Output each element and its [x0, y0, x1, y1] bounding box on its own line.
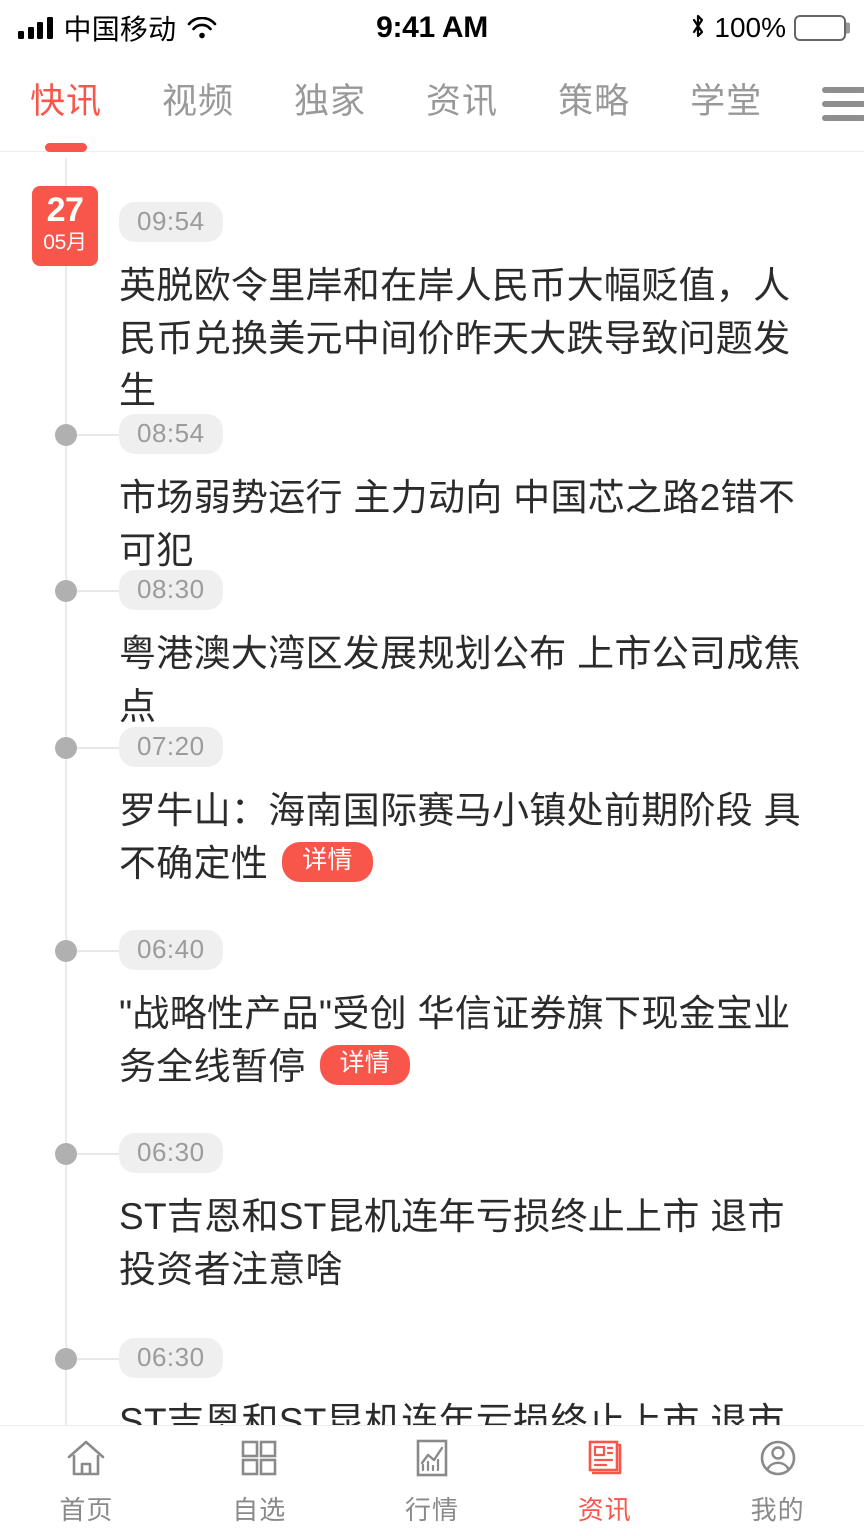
chart-icon [409, 1435, 455, 1481]
news-item[interactable]: 06:30 ST吉恩和ST昆机连年亏损终止上市 退市投资者 [0, 1338, 864, 1425]
news-time-pill: 07:20 [119, 727, 223, 767]
news-feed[interactable]: 27 05月 09:54 英脱欧令里岸和在岸人民币大幅贬值，人民币兑换美元中间价昨天大… [0, 152, 864, 1425]
news-headline-text: "战略性产品"受创 华信证券旗下现金宝业务全线暂停 [119, 993, 791, 1087]
tab-zixun[interactable]: 资讯 [426, 73, 498, 134]
tab-celue[interactable]: 策略 [558, 73, 630, 134]
hamburger-menu-icon[interactable] [822, 86, 864, 121]
date-badge-day: 27 [46, 191, 84, 230]
nav-item-watchlist[interactable]: 自选 [173, 1435, 346, 1527]
wifi-icon [187, 16, 217, 39]
timeline-dot [55, 737, 77, 759]
timeline-connector [77, 747, 119, 749]
news-item-content: 08:54 市场弱势运行 主力动向 中国芯之路2错不可犯 [119, 414, 816, 577]
active-tab-indicator [45, 143, 87, 152]
tab-kuaixun[interactable]: 快讯 [30, 73, 103, 152]
battery-full-icon [794, 15, 847, 41]
detail-badge[interactable]: 详情 [282, 842, 373, 882]
news-headline-text: 英脱欧令里岸和在岸人民币大幅贬值，人民币兑换美元中间价昨天大跌导致问题发生 [119, 265, 791, 412]
news-item-content: 08:30 粤港澳大湾区发展规划公布 上市公司成焦点 [119, 570, 816, 733]
news-time-pill: 08:54 [119, 414, 223, 454]
news-item[interactable]: 08:54 市场弱势运行 主力动向 中国芯之路2错不可犯 [0, 414, 864, 577]
top-tab-list: 快讯 视频 独家 资讯 策略 学堂 [0, 73, 822, 152]
tab-shipin[interactable]: 视频 [162, 73, 234, 134]
news-headline-text: 罗牛山：海南国际赛马小镇处前期阶段 具不确定性 [119, 790, 801, 884]
tab-label: 策略 [558, 82, 631, 121]
app-root: 中国移动 9:41 AM 100% 快讯 视频 独家 资讯 策略 学堂 27 0… [0, 0, 864, 1536]
news-document-icon [582, 1435, 628, 1481]
news-headline[interactable]: ST吉恩和ST昆机连年亏损终止上市 退市投资者注意啥 [119, 1191, 816, 1296]
nav-item-market[interactable]: 行情 [346, 1435, 519, 1527]
news-item-content: 06:40 "战略性产品"受创 华信证券旗下现金宝业务全线暂停 详情 [119, 930, 816, 1093]
timeline-connector [77, 590, 119, 592]
timeline-dot [55, 1348, 77, 1370]
tab-label: 资讯 [426, 82, 499, 121]
news-item-content: 07:20 罗牛山：海南国际赛马小镇处前期阶段 具不确定性 详情 [119, 727, 816, 890]
news-headline[interactable]: 罗牛山：海南国际赛马小镇处前期阶段 具不确定性 详情 [119, 785, 816, 890]
signal-bars-icon [18, 17, 53, 39]
tab-label: 独家 [294, 82, 367, 121]
tab-label: 学堂 [690, 82, 763, 121]
status-bar-left: 中国移动 [18, 8, 376, 48]
timeline-dot [55, 424, 77, 446]
news-headline[interactable]: 粤港澳大湾区发展规划公布 上市公司成焦点 [119, 628, 816, 733]
news-headline[interactable]: ST吉恩和ST昆机连年亏损终止上市 退市投资者 [119, 1396, 816, 1425]
nav-item-profile[interactable]: 我的 [691, 1435, 864, 1527]
timeline-dot [55, 1143, 77, 1165]
news-item[interactable]: 07:20 罗牛山：海南国际赛马小镇处前期阶段 具不确定性 详情 [0, 727, 864, 890]
news-headline-text: ST吉恩和ST昆机连年亏损终止上市 退市投资者注意啥 [119, 1196, 785, 1290]
status-bar: 中国移动 9:41 AM 100% [0, 0, 864, 56]
date-badge: 27 05月 [32, 186, 98, 266]
news-time-pill: 06:30 [119, 1338, 223, 1378]
nav-item-home[interactable]: 首页 [0, 1435, 173, 1527]
status-bar-clock: 9:41 AM [376, 11, 488, 44]
timeline-dot [55, 940, 77, 962]
home-icon [63, 1435, 109, 1481]
nav-label: 自选 [232, 1495, 287, 1525]
tab-label: 视频 [162, 82, 235, 121]
news-item[interactable]: 27 05月 09:54 英脱欧令里岸和在岸人民币大幅贬值，人民币兑换美元中间价昨天大… [0, 186, 864, 418]
news-headline[interactable]: "战略性产品"受创 华信证券旗下现金宝业务全线暂停 详情 [119, 988, 816, 1093]
news-headline-text: 粤港澳大湾区发展规划公布 上市公司成焦点 [119, 633, 801, 727]
timeline-connector [77, 1153, 119, 1155]
news-headline-text: ST吉恩和ST昆机连年亏损终止上市 退市投资者 [119, 1401, 785, 1425]
bottom-navigation-bar: 首页 自选 行情 资讯 我的 [0, 1425, 864, 1536]
battery-percent-label: 100% [714, 12, 787, 43]
tab-label: 快讯 [30, 82, 103, 121]
news-headline[interactable]: 市场弱势运行 主力动向 中国芯之路2错不可犯 [119, 472, 816, 577]
tab-dujia[interactable]: 独家 [294, 73, 366, 134]
nav-label: 行情 [404, 1495, 459, 1525]
news-item-content: 06:30 ST吉恩和ST昆机连年亏损终止上市 退市投资者注意啥 [119, 1133, 816, 1296]
news-time-pill: 09:54 [119, 202, 223, 242]
timeline-connector [77, 434, 119, 436]
timeline-dot [55, 580, 77, 602]
nav-item-news[interactable]: 资讯 [518, 1435, 691, 1527]
timeline-connector [77, 950, 119, 952]
status-bar-right: 100% [488, 12, 847, 44]
nav-label: 首页 [59, 1495, 114, 1525]
news-item-content: 09:54 英脱欧令里岸和在岸人民币大幅贬值，人民币兑换美元中间价昨天大跌导致问题… [119, 202, 816, 418]
news-time-pill: 06:30 [119, 1133, 223, 1173]
news-headline-text: 市场弱势运行 主力动向 中国芯之路2错不可犯 [119, 477, 796, 571]
news-time-pill: 08:30 [119, 570, 223, 610]
bluetooth-icon [690, 13, 706, 44]
news-item-content: 06:30 ST吉恩和ST昆机连年亏损终止上市 退市投资者 [119, 1338, 816, 1425]
news-item[interactable]: 06:40 "战略性产品"受创 华信证券旗下现金宝业务全线暂停 详情 [0, 930, 864, 1093]
tab-xuetang[interactable]: 学堂 [690, 73, 762, 134]
top-tab-bar: 快讯 视频 独家 资讯 策略 学堂 [0, 56, 864, 152]
news-headline[interactable]: 英脱欧令里岸和在岸人民币大幅贬值，人民币兑换美元中间价昨天大跌导致问题发生 [119, 260, 816, 418]
news-time-pill: 06:40 [119, 930, 223, 970]
detail-badge[interactable]: 详情 [319, 1045, 411, 1085]
news-item[interactable]: 08:30 粤港澳大湾区发展规划公布 上市公司成焦点 [0, 570, 864, 733]
news-item[interactable]: 06:30 ST吉恩和ST昆机连年亏损终止上市 退市投资者注意啥 [0, 1133, 864, 1296]
carrier-label: 中国移动 [63, 14, 177, 45]
user-profile-icon [755, 1435, 801, 1481]
timeline-connector [77, 1358, 119, 1360]
nav-label: 我的 [750, 1495, 805, 1525]
date-badge-month: 05月 [43, 231, 87, 255]
nav-label: 资讯 [577, 1495, 632, 1525]
grid-icon [236, 1435, 282, 1481]
